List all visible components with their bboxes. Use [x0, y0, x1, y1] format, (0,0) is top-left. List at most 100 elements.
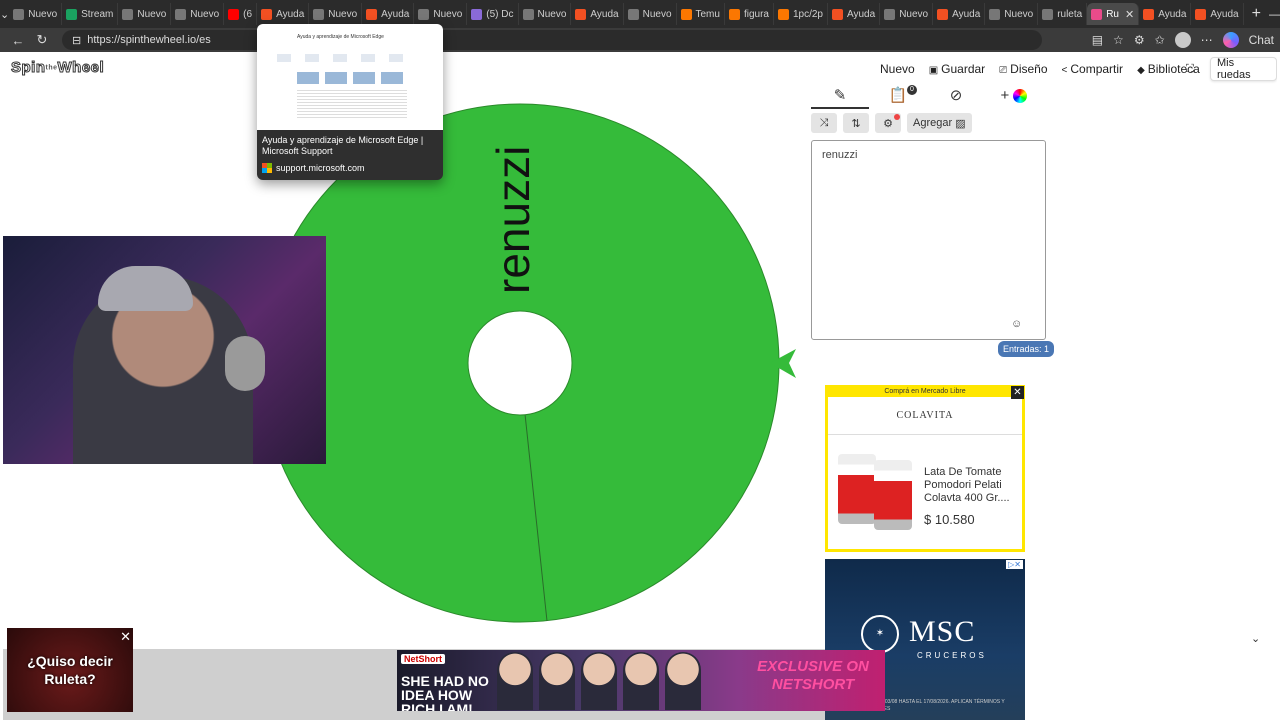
preview-thumb-grid [297, 72, 403, 84]
browser-tab[interactable]: Ru ✕ [1087, 3, 1140, 25]
page-content: SpintheWheel Nuevo ▣ Guardar ⎚ Diseño < Compar… [3, 52, 1277, 720]
browser-tab[interactable]: Nuevo [171, 3, 225, 25]
address-bar[interactable]: ⊟ https://spinthewheel.io/es [62, 30, 1042, 50]
cast-face [497, 652, 533, 710]
tab-label: Nuevo [642, 8, 672, 20]
profile-avatar[interactable] [1174, 32, 1191, 48]
browser-tab[interactable]: Ayuda [257, 3, 310, 25]
microsoft-icon [262, 163, 272, 173]
browser-tab[interactable]: Nuevo [9, 3, 63, 25]
tab-label: (6 [243, 8, 253, 20]
browser-tab[interactable]: Nuevo [985, 3, 1039, 25]
browser-tab[interactable]: Ayuda [933, 3, 986, 25]
color-palette-icon [1013, 89, 1028, 104]
browser-tab[interactable]: Temu [677, 3, 725, 25]
tomato-can [838, 454, 876, 524]
back-icon[interactable]: ← [6, 33, 30, 48]
cast-face [623, 652, 659, 710]
suggestion-popup[interactable]: ✕ ¿Quiso decir Ruleta? [7, 628, 133, 712]
tab-label: Nuevo [28, 8, 58, 20]
tab-favicon-icon [313, 8, 325, 20]
close-ad-icon[interactable]: ✕ [1011, 386, 1024, 399]
browser-tab[interactable]: Stream [62, 3, 119, 25]
browser-toolbar: ▤ ☆ ⚙ ✩ ⋯ Chat [1092, 32, 1274, 48]
tab-favicon-icon [122, 8, 134, 20]
shuffle-icon: ⤨ [819, 116, 829, 129]
adchoices-icon[interactable]: ▷✕ [1006, 560, 1023, 569]
browser-tab[interactable]: Nuevo [519, 3, 572, 25]
tab-hover-preview[interactable]: Ayuda y aprendizaje de Microsoft Edge Ay… [257, 24, 443, 180]
browser-tab[interactable]: figura [725, 3, 774, 25]
copilot-icon[interactable] [1222, 32, 1239, 48]
tab-results[interactable]: 📋 0 [869, 85, 927, 109]
plus-icon: + [1000, 87, 1010, 104]
entries-textarea[interactable]: renuzzi [811, 140, 1046, 340]
new-tab-button[interactable]: + [1244, 5, 1269, 23]
tab-label: Ayuda [590, 8, 619, 20]
tab-favicon-icon [989, 8, 1001, 20]
site-info-icon[interactable]: ⊟ [72, 34, 81, 47]
add-image-button[interactable]: Agregar ▨ [907, 113, 972, 133]
browser-tab[interactable]: Nuevo [118, 3, 172, 25]
tab-favicon-icon [1091, 8, 1103, 20]
browser-tab[interactable]: Nuevo [414, 3, 468, 25]
chevron-down-icon[interactable]: ⌄ [1251, 632, 1260, 645]
favorites-icon[interactable]: ✩ [1155, 33, 1165, 47]
close-tab-icon[interactable]: ✕ [1125, 8, 1134, 21]
favorite-star-icon[interactable]: ☆ [1113, 33, 1124, 47]
emoji-icon[interactable]: ☺ [1011, 318, 1022, 330]
tab-label: Nuevo [328, 8, 358, 20]
extensions-icon[interactable]: ⚙ [1134, 33, 1145, 47]
minimize-icon[interactable]: — [1269, 7, 1280, 21]
shuffle-button[interactable]: ⤨ [811, 113, 837, 133]
sort-button[interactable]: ⇅ [843, 113, 869, 133]
tab-label: Nuevo [433, 8, 463, 20]
tab-favicon-icon [728, 8, 740, 20]
sort-icon: ⇅ [851, 117, 861, 130]
close-suggestion-icon[interactable]: ✕ [120, 629, 131, 645]
tab-label: Ru [1106, 8, 1119, 20]
more-icon[interactable]: ⋯ [1201, 33, 1213, 47]
browser-tab[interactable]: (5) Dc [467, 3, 519, 25]
tab-favicon-icon [13, 8, 25, 20]
product-price: $ 10.580 [924, 512, 975, 527]
reader-icon[interactable]: ▤ [1092, 33, 1103, 47]
netshort-logo: NetShort [401, 654, 445, 664]
browser-tab[interactable]: Ayuda [362, 3, 415, 25]
webcam-overlay [3, 236, 326, 464]
refresh-icon[interactable]: ↻ [30, 32, 54, 48]
browser-tab[interactable]: Ayuda [1191, 3, 1244, 25]
product-name[interactable]: Lata De Tomate Pomodori Pelati Colavta 4… [924, 466, 1016, 505]
image-icon: ▨ [955, 117, 966, 130]
browser-tab[interactable]: (6 [224, 3, 258, 25]
microphone [225, 336, 265, 391]
browser-tab[interactable]: 1pc/2p [774, 3, 828, 25]
gear-icon: ⚙ [883, 117, 893, 130]
tab-colors[interactable]: + [985, 85, 1043, 109]
preview-thumb-heading: Ayuda y aprendizaje de Microsoft Edge [297, 34, 384, 40]
browser-tab[interactable]: Ayuda [828, 3, 881, 25]
clipboard-icon: 📋 [888, 87, 908, 104]
browser-tab[interactable]: Ayuda [571, 3, 624, 25]
wheel-center-hub[interactable] [467, 310, 573, 416]
settings-button[interactable]: ⚙ [875, 113, 901, 133]
browser-tab[interactable]: Nuevo [624, 3, 677, 25]
tab-edit[interactable]: ✎ [811, 85, 869, 109]
chat-label[interactable]: Chat [1249, 33, 1274, 47]
tab-label: Ayuda [952, 8, 981, 20]
tab-actions-menu[interactable]: ⌄ [0, 0, 9, 28]
mercadolibre-ad[interactable]: Comprá en Mercado Libre ✕ COLAVITA Lata … [825, 385, 1025, 552]
add-image-label: Agregar [913, 117, 953, 129]
browser-tab[interactable]: Nuevo [309, 3, 363, 25]
netshort-banner-ad[interactable]: NetShort SHE HAD NO IDEA HOW RICH I AM! … [397, 650, 885, 711]
browser-tab[interactable]: Ayuda [1139, 3, 1192, 25]
wheel-segment-label: renuzzi [487, 146, 539, 294]
netshort-exclusive: EXCLUSIVE ON NETSHORT [757, 658, 869, 693]
tab-favicon-icon [228, 8, 240, 20]
preview-thumb-row [277, 54, 403, 64]
tab-favicon-icon [1143, 8, 1155, 20]
tab-favicon-icon [627, 8, 639, 20]
tab-hidden[interactable]: ⊘ [927, 85, 985, 109]
browser-tab[interactable]: Nuevo [880, 3, 934, 25]
browser-tab[interactable]: ruleta [1038, 3, 1088, 25]
